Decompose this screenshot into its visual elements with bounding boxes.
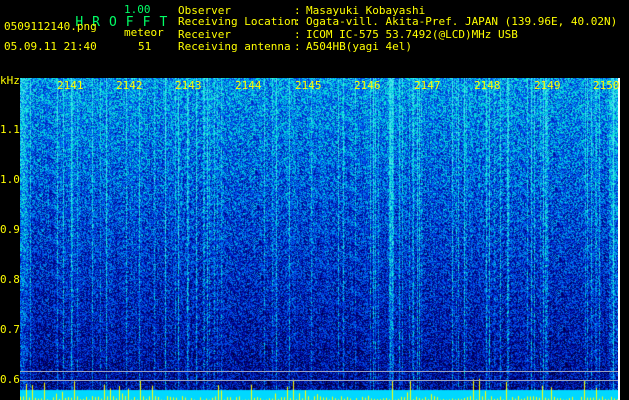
antenna-value: A504HB(yagi 4el) xyxy=(306,40,412,53)
info-row-label: Receiver xyxy=(178,28,231,41)
info-row-sep: : xyxy=(294,28,301,41)
y-tick-label: 0.8 xyxy=(0,273,20,286)
y-tick-label: 1.0 xyxy=(0,173,20,186)
x-tick-label: 2148 xyxy=(474,79,501,92)
info-row-label: Receiving Location xyxy=(178,15,298,28)
app-version: 1.00 xyxy=(124,3,151,16)
x-tick-label: 2146 xyxy=(354,79,381,92)
x-tick-label: 2145 xyxy=(295,79,322,92)
reference-line xyxy=(20,371,618,372)
header-left: HROFFT 1.00 0509112140.png meteor 05.09.… xyxy=(0,0,170,72)
y-tick-label: 0.9 xyxy=(0,223,20,236)
x-tick-label: 2150 xyxy=(593,79,620,92)
reference-line xyxy=(20,380,618,381)
category-label: meteor xyxy=(124,26,164,39)
y-tick-label: 0.7 xyxy=(0,323,20,336)
spectrogram-right-edge xyxy=(618,78,620,400)
x-tick-label: 2149 xyxy=(534,79,561,92)
y-tick-label: 0.6 xyxy=(0,373,20,386)
x-tick-label: 2147 xyxy=(414,79,441,92)
info-row-label: Receiving antenna xyxy=(178,40,291,53)
image-filename: 0509112140.png xyxy=(4,20,97,33)
receiver-value: ICOM IC-575 53.7492(@LCD)MHz USB xyxy=(306,28,518,41)
spectrogram-canvas xyxy=(20,78,618,400)
y-tick-label: 1.1 xyxy=(0,123,20,136)
capture-datetime: 05.09.11 21:40 xyxy=(4,40,97,53)
station-info: Observer : Masayuki Kobayashi Receiving … xyxy=(178,0,629,72)
info-row-sep: : xyxy=(294,15,301,28)
x-tick-label: 2144 xyxy=(235,79,262,92)
x-tick-label: 2142 xyxy=(116,79,143,92)
spectrogram xyxy=(20,78,618,400)
x-tick-label: 2143 xyxy=(175,79,202,92)
x-tick-label: 2141 xyxy=(57,79,84,92)
location-value: Ogata-vill. Akita-Pref. JAPAN (139.96E, … xyxy=(306,15,618,28)
category-count: 51 xyxy=(138,40,152,53)
info-row-sep: : xyxy=(294,40,301,53)
y-unit-label: kHz xyxy=(0,74,20,87)
